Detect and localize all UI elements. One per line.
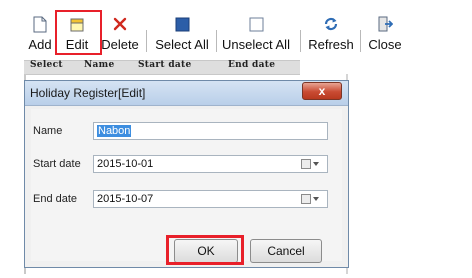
start-date-label: Start date xyxy=(33,158,81,170)
exit-door-icon xyxy=(375,14,395,34)
empty-square-icon xyxy=(246,14,266,34)
toolbar-separator xyxy=(300,30,301,52)
end-date-field[interactable]: 2015-10-07 xyxy=(93,190,328,208)
select-all-button[interactable]: Select All xyxy=(152,10,212,56)
column-header-name[interactable]: Name xyxy=(84,60,115,70)
unselect-all-button[interactable]: Unselect All xyxy=(220,10,292,56)
toolbar-separator xyxy=(146,30,147,52)
chevron-down-icon xyxy=(313,162,319,166)
ok-highlight-box xyxy=(166,235,244,265)
name-value: Nabon xyxy=(97,125,132,137)
column-header-select[interactable]: Select xyxy=(30,60,63,70)
refresh-button[interactable]: Refresh xyxy=(306,10,356,56)
delete-label: Delete xyxy=(101,37,139,52)
toolbar-separator xyxy=(360,30,361,52)
filled-square-icon xyxy=(172,14,192,34)
dialog-titlebar[interactable]: Holiday Register[Edit] x xyxy=(25,81,348,106)
add-button[interactable]: Add xyxy=(26,10,54,56)
edit-highlight-box xyxy=(55,10,102,55)
select-all-label: Select All xyxy=(155,37,209,52)
chevron-down-icon xyxy=(313,197,319,201)
close-button[interactable]: Close xyxy=(366,10,404,56)
column-header-start-date[interactable]: Start date xyxy=(138,60,192,70)
add-label: Add xyxy=(28,37,52,52)
column-header-end-date[interactable]: End date xyxy=(228,60,275,70)
close-label: Close xyxy=(368,37,402,52)
delete-button[interactable]: Delete xyxy=(100,10,140,56)
end-date-label: End date xyxy=(33,193,78,205)
dialog-title: Holiday Register[Edit] xyxy=(30,86,146,100)
start-date-field[interactable]: 2015-10-01 xyxy=(93,155,328,173)
end-date-picker-button[interactable] xyxy=(301,193,323,205)
close-icon: x xyxy=(318,84,326,98)
calendar-icon xyxy=(301,159,311,169)
refresh-label: Refresh xyxy=(308,37,354,52)
toolbar-separator xyxy=(216,30,217,52)
red-x-icon xyxy=(110,14,130,34)
start-date-value: 2015-10-01 xyxy=(97,158,154,170)
name-field[interactable]: Nabon xyxy=(93,122,328,140)
new-document-icon xyxy=(30,14,50,34)
cancel-button[interactable]: Cancel xyxy=(250,239,322,263)
refresh-arrows-icon xyxy=(321,14,341,34)
dialog-close-button[interactable]: x xyxy=(302,82,342,100)
grid-header: Select Name Start date End date xyxy=(24,60,300,75)
unselect-all-label: Unselect All xyxy=(222,37,290,52)
start-date-picker-button[interactable] xyxy=(301,158,323,170)
end-date-value: 2015-10-07 xyxy=(97,193,154,205)
calendar-icon xyxy=(301,194,311,204)
name-label: Name xyxy=(33,125,63,137)
